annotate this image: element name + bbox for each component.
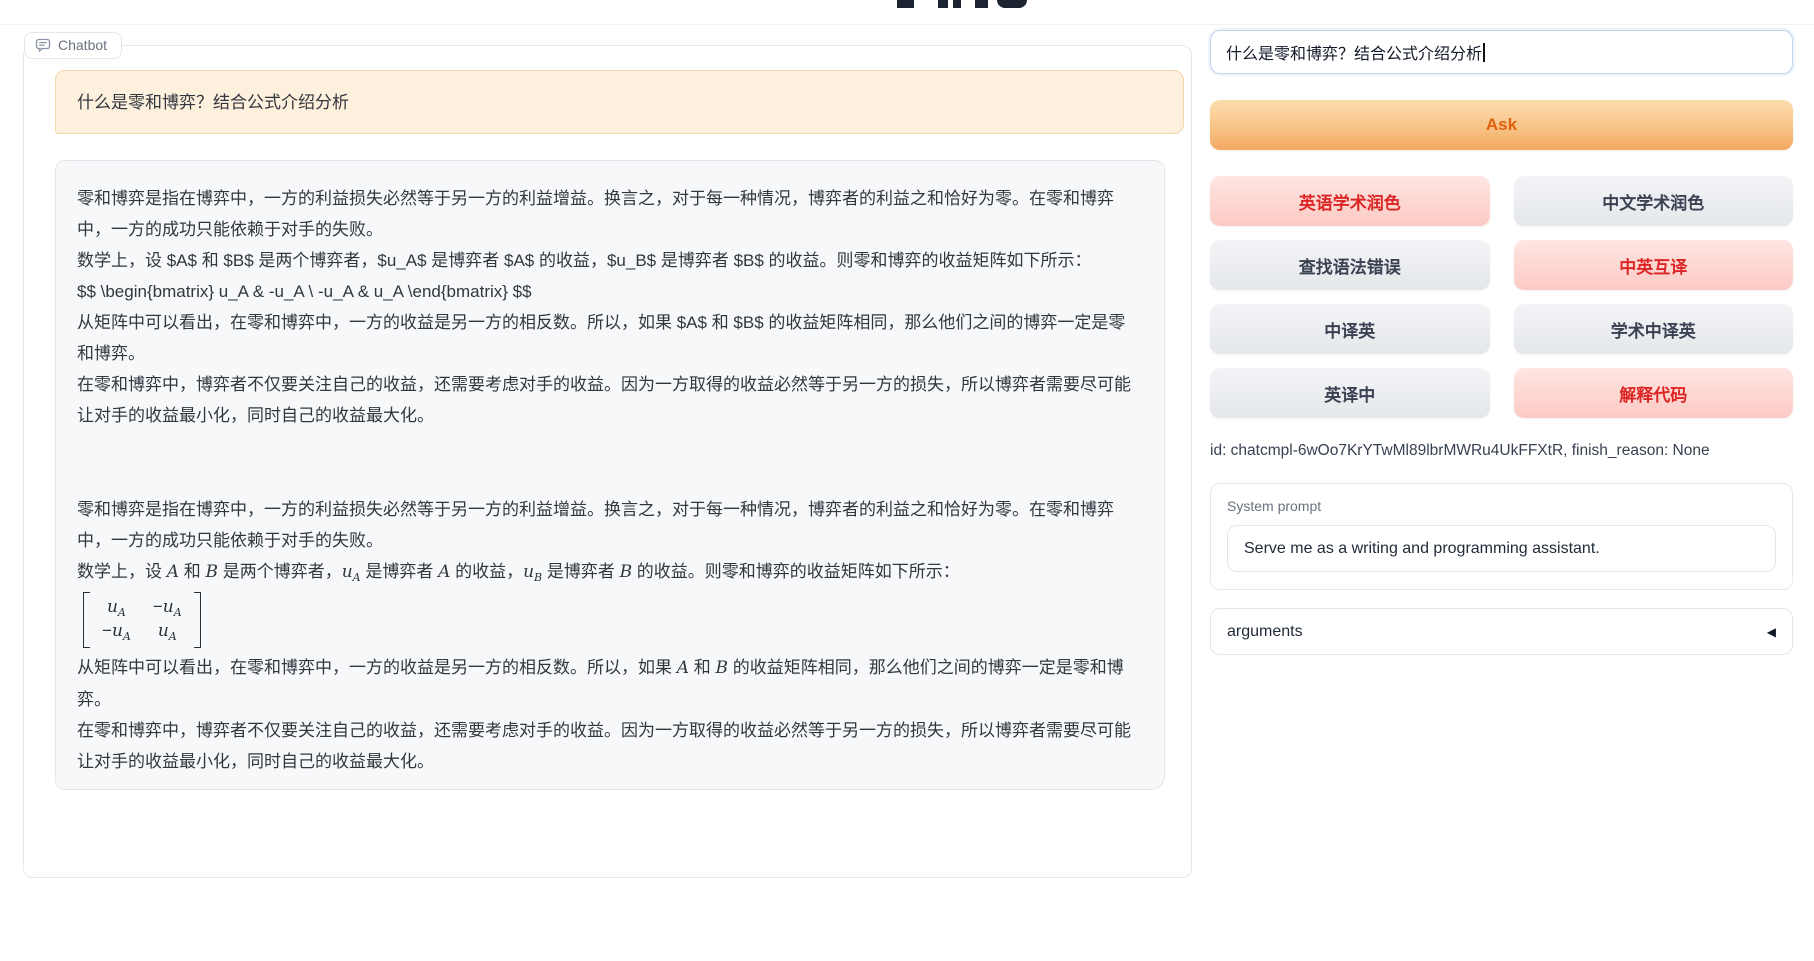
english-academic-polish-button[interactable]: 英语学术润色 [1210,176,1490,226]
bot-message-paragraph: 在零和博弈中，博弈者不仅要关注自己的收益，还需要考虑对手的收益。因为一方取得的收… [77,369,1134,431]
prompt-button-grid: 英语学术润色中文学术润色查找语法错误中英互译中译英学术中译英英译中解释代码 [1210,176,1793,418]
ask-button[interactable]: Ask [1210,100,1793,150]
bot-message-paragraph: 数学上，设 A 和 B 是两个博弈者，uA 是博弈者 A 的收益，uB 是博弈者… [77,556,1134,588]
chatbot-label-text: Chatbot [58,37,107,53]
system-prompt-value: Serve me as a writing and programming as… [1244,540,1600,558]
cropped-page-title [893,0,1053,10]
zh-to-en-button[interactable]: 中译英 [1210,304,1490,354]
bot-message-paragraph: 数学上，设 $A$ 和 $B$ 是两个博弈者，$u_A$ 是博弈者 $A$ 的收… [77,245,1134,276]
user-message-text: 什么是零和博弈？结合公式介绍分析 [77,87,349,118]
status-text: id: chatcmpl-6wOo7KrYTwMl89lbrMWRu4UkFFX… [1210,442,1793,460]
system-prompt-group: System prompt Serve me as a writing and … [1210,483,1793,590]
bot-message-paragraph: 零和博弈是指在博弈中，一方的利益损失必然等于另一方的利益增益。换言之，对于每一种… [77,183,1134,245]
chinese-academic-polish-button[interactable]: 中文学术润色 [1514,176,1794,226]
arguments-accordion-label: arguments [1227,623,1303,641]
bot-message-paragraph: 从矩阵中可以看出，在零和博弈中，一方的收益是另一方的相反数。所以，如果 $A$ … [77,307,1134,369]
find-grammar-errors-button[interactable]: 查找语法错误 [1210,240,1490,290]
en-to-zh-button[interactable]: 英译中 [1210,368,1490,418]
arguments-accordion-header[interactable]: arguments ◀ [1210,608,1793,655]
question-input-value: 什么是零和博弈？结合公式介绍分析 [1226,40,1482,64]
bot-message: 零和博弈是指在博弈中，一方的利益损失必然等于另一方的利益增益。换言之，对于每一种… [77,183,1134,777]
chat-bubble-icon [35,37,51,53]
collapse-arrow-icon: ◀ [1767,625,1776,639]
bot-message-paragraph: 在零和博弈中，博弈者不仅要关注自己的收益，还需要考虑对手的收益。因为一方取得的收… [77,715,1134,777]
header-divider [0,24,1814,25]
explain-code-button[interactable]: 解释代码 [1514,368,1794,418]
bot-message-bubble: 零和博弈是指在博弈中，一方的利益损失必然等于另一方的利益增益。换言之，对于每一种… [55,160,1165,790]
system-prompt-input[interactable]: Serve me as a writing and programming as… [1227,525,1776,572]
zh-en-mutual-translate-button[interactable]: 中英互译 [1514,240,1794,290]
text-cursor [1483,43,1485,62]
bot-message-paragraph: 零和博弈是指在博弈中，一方的利益损失必然等于另一方的利益增益。换言之，对于每一种… [77,494,1134,556]
bot-message-paragraph: $$ \begin{bmatrix} u_A & -u_A \ -u_A & u… [77,276,1134,307]
question-input[interactable]: 什么是零和博弈？结合公式介绍分析 [1210,30,1793,74]
chatbot-label: Chatbot [24,32,122,59]
right-column: 什么是零和博弈？结合公式介绍分析 Ask 英语学术润色中文学术润色查找语法错误中… [1210,30,1793,655]
rendered-matrix: uA−uA−uAuA [83,592,201,648]
academic-zh-to-en-button[interactable]: 学术中译英 [1514,304,1794,354]
bot-message-paragraph: 从矩阵中可以看出，在零和博弈中，一方的收益是另一方的相反数。所以，如果 A 和 … [77,652,1134,715]
system-prompt-label: System prompt [1227,498,1776,514]
user-message-bubble: 什么是零和博弈？结合公式介绍分析 [55,70,1184,134]
chatbot-panel: Chatbot 什么是零和博弈？结合公式介绍分析 零和博弈是指在博弈中，一方的利… [23,45,1192,878]
